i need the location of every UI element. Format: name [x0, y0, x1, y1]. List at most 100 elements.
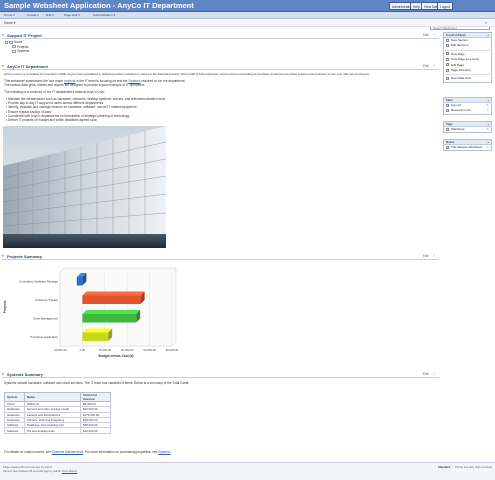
category-label: Centralized Software Package [19, 279, 58, 283]
grid-icon [446, 77, 449, 81]
section-title: Systems Summary [7, 372, 43, 377]
bar-top [82, 291, 145, 296]
drag-handle-icon[interactable]: ⠿ [433, 254, 435, 258]
tags-panel: Tags ▴ Websheet ✎ [443, 121, 492, 134]
task-list: • Maintain the infrastructure such as ha… [6, 97, 165, 122]
new-data-grid-link[interactable]: New Data Grid [444, 76, 491, 81]
updated-info: Version last updated 28 seconds ago by a… [3, 469, 78, 473]
intro-paragraph-4: The following is a summary of the IT dep… [4, 90, 106, 94]
category-label: Timesheet Application [30, 335, 59, 339]
drag-handle-icon[interactable]: ⠿ [433, 372, 435, 376]
folder-icon [9, 40, 13, 44]
collapse-icon[interactable]: ▾ [2, 64, 4, 68]
page-tree: Home Projects Systems [5, 40, 29, 54]
note-icon [446, 145, 449, 149]
nav-edit[interactable]: Edit ▾ [46, 13, 54, 18]
category-label: Order Management [33, 316, 58, 320]
section-title: Support IT Project [7, 33, 42, 38]
bar [82, 332, 109, 342]
logout-button[interactable]: Logout [437, 2, 454, 10]
section-header-support: ▾ Support IT Project Edit ⠿ [2, 33, 439, 39]
theme-printer-friendly[interactable]: Printer Friendly [455, 465, 474, 469]
breadcrumb-home[interactable]: Home ▾ [4, 21, 15, 25]
note-item[interactable]: This Sample Websheet... ✎ [444, 145, 491, 150]
cell: Software [4, 427, 25, 434]
drag-handle-icon[interactable]: ⠿ [433, 33, 435, 37]
systems-maintenance-link[interactable]: Systems Maintenance [52, 450, 83, 454]
edit-sections-link[interactable]: Edit Sections [444, 43, 491, 48]
section-title: AnyCo IT Department [7, 64, 48, 69]
list-view-icon[interactable]: ≡ [485, 21, 487, 25]
nav-page-edit[interactable]: Page Edit ▾ [64, 13, 80, 18]
pencil-icon[interactable]: ✎ [486, 145, 489, 150]
column-header[interactable]: Name [24, 392, 81, 402]
tick-label: -20,000.00 [53, 348, 67, 352]
edit-icon [446, 44, 449, 48]
systems-footer-note: For details on costs incurred, see Syste… [4, 450, 171, 454]
nav-bar: Home ▾ Create ▾ Edit ▾ Page Edit ▾ Admin… [0, 12, 495, 30]
tick-label: 60,000.00 [143, 348, 156, 352]
table-header-row: System Name Total Cost Incurred [4, 392, 111, 402]
projects-chart: -20,000.00 0.00 20,000.00 40,000.00 60,000.0… [3, 267, 179, 358]
nav-create[interactable]: Create ▾ [27, 13, 39, 18]
app-header: Sample Websheet Application - AnyCo IT D… [0, 0, 495, 12]
section-header-systems: ▾ Systems Summary Edit ⠿ [2, 372, 439, 378]
intro-paragraph-3: The various data grids, sheets and repor… [4, 83, 146, 87]
collapse-icon[interactable]: ▾ [2, 254, 4, 258]
tick-label: 40,000.00 [121, 348, 134, 352]
theme-high-contrast[interactable]: High Contrast [475, 465, 492, 469]
column-header[interactable]: System [4, 392, 25, 402]
collapse-icon[interactable]: ▾ [2, 33, 4, 37]
bar-top [82, 328, 113, 333]
file-icon [446, 103, 449, 107]
edit-link[interactable]: Edit [423, 254, 429, 258]
pencil-icon[interactable]: ✎ [486, 127, 489, 132]
control-panel: Control Panel ▴ New Section Edit Sections… [443, 32, 492, 83]
edit-icon [446, 63, 449, 67]
bar [76, 276, 83, 286]
page-icon [446, 52, 449, 56]
nav-home[interactable]: Home ▾ [4, 13, 15, 18]
tag-icon [446, 127, 449, 131]
copy-icon [446, 57, 449, 61]
file-item[interactable]: Resources.xml ✎ [444, 108, 491, 113]
edit-link[interactable]: Edit [423, 64, 429, 68]
tick-label: 0.00 [80, 348, 86, 352]
theme-standard[interactable]: Standard [438, 465, 450, 469]
column-header[interactable]: Total Cost Incurred [80, 392, 111, 402]
tree-item-systems[interactable]: Systems [5, 49, 29, 54]
notes-panel: Notes ▴ This Sample Websheet... ✎ [443, 139, 492, 152]
intro-paragraph-1: AnyCo Corp is a consulting firm founded … [4, 72, 370, 76]
edit-link[interactable]: Edit [423, 372, 429, 376]
nav-administration[interactable]: Administration ▾ [93, 13, 115, 18]
systems-table: System Name Total Cost Incurred Cloud AWC… [4, 392, 111, 434]
category-label: Customer Tracker [35, 298, 58, 302]
y-axis-title: Projects [3, 300, 7, 313]
drag-handle-icon[interactable]: ⠿ [433, 64, 435, 68]
pencil-icon[interactable]: ✎ [486, 108, 489, 113]
list-item: • Deliver IT projects on budget and with… [6, 118, 98, 123]
cell: $32,000.00 [80, 427, 111, 434]
systems-page-link[interactable]: Systems [158, 450, 170, 454]
section-title: Projects Summary [7, 254, 43, 259]
file-icon [446, 109, 449, 113]
tag-item[interactable]: Websheet ✎ [444, 127, 491, 132]
collapse-icon[interactable]: ▾ [2, 372, 4, 376]
edit-link[interactable]: Edit [423, 33, 429, 37]
section-header-anyco: ▾ AnyCo IT Department Edit ⠿ [2, 64, 439, 70]
minus-icon[interactable] [5, 40, 8, 44]
cell: OS and desktop tools [24, 427, 81, 434]
page-icon [12, 45, 16, 49]
divider [445, 49, 490, 51]
files-panel: Files ▴ logo.gif ✎ Resources.xml ✎ [443, 97, 492, 115]
directory-icon [446, 68, 449, 72]
tick-label: 20,000.00 [99, 348, 112, 352]
bar-top [82, 309, 141, 314]
page-icon [12, 49, 16, 53]
breadcrumb: Home ▾ ≡ [0, 20, 495, 27]
view-history-link[interactable]: View History [62, 469, 78, 473]
building-photo [3, 126, 166, 248]
section-header-projects: ▾ Projects Summary Edit ⠿ [2, 254, 439, 260]
table-row: Software OS and desktop tools $32,000.00 [4, 427, 111, 434]
page-directory-link[interactable]: Page Directory [444, 68, 491, 73]
